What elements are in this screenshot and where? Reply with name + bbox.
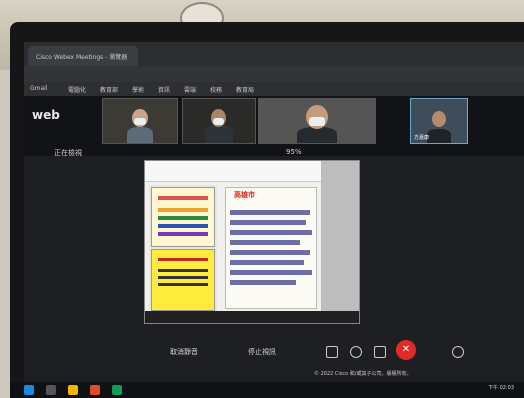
thumb-bar [158, 224, 208, 228]
search-icon[interactable] [46, 385, 56, 395]
bookmark-item[interactable]: 教育局 [236, 85, 254, 94]
taskbar-clock: 下午 02:03 [488, 385, 514, 391]
participant-body [427, 129, 451, 143]
shared-screen: 高雄市 [144, 160, 360, 324]
participant-head [432, 111, 446, 127]
participants-icon[interactable] [452, 346, 464, 358]
address-bar[interactable] [24, 66, 524, 82]
windows-icon[interactable] [24, 385, 34, 395]
participant-video[interactable] [182, 98, 256, 144]
windows-taskbar: 下午 02:03 [10, 382, 524, 398]
participant-video[interactable] [102, 98, 178, 144]
zoom-level[interactable]: 95% [286, 148, 302, 156]
reactions-icon[interactable] [374, 346, 386, 358]
browser-tab[interactable]: Cisco Webex Meetings - 瀏覽器 [28, 46, 138, 66]
slide-thumbnail[interactable] [151, 187, 215, 247]
webex-logo: web [32, 108, 60, 122]
slide-title: 高雄市 [234, 191, 255, 199]
record-icon[interactable] [350, 346, 362, 358]
thumb-bar [158, 216, 208, 220]
bookmark-item[interactable]: 教育部 [100, 85, 118, 94]
slide-text-line [230, 240, 300, 245]
participant-name: 方嘉康 [414, 135, 430, 141]
bookmark-item[interactable]: 電腦化 [68, 85, 86, 94]
face-mask [309, 117, 325, 126]
stop-video-button[interactable]: 停止視訊 [248, 347, 276, 357]
thumb-bar [158, 196, 208, 200]
mute-button[interactable]: 取消靜音 [170, 347, 198, 357]
share-icon[interactable] [326, 346, 338, 358]
thumb-bar [158, 276, 208, 279]
participant-video[interactable]: 方嘉康 [410, 98, 468, 144]
bookmark-item[interactable]: 雲端 [184, 85, 196, 94]
slide-thumbnails [149, 185, 217, 313]
shared-taskbar [145, 311, 359, 323]
participant-body [297, 127, 337, 143]
footer-copyright: © 2022 Cisco 和/或其子公司。版權所有。 [314, 371, 412, 377]
monitor-screen: Cisco Webex Meetings - 瀏覽器 Gmail 電腦化 教育部… [24, 42, 524, 382]
participant-body [127, 127, 153, 143]
slide-text-line [230, 270, 312, 275]
thumb-bar [158, 208, 208, 212]
slide-text-line [230, 220, 306, 225]
browser-tab-bar: Cisco Webex Meetings - 瀏覽器 [24, 42, 524, 66]
face-mask [134, 118, 146, 125]
bookmark-item[interactable]: 學術 [132, 85, 144, 94]
photo-scene: Cisco Webex Meetings - 瀏覽器 Gmail 電腦化 教育部… [0, 0, 524, 398]
end-call-button[interactable]: ✕ [396, 340, 416, 360]
meeting-controls: 取消靜音 停止視訊 [156, 340, 476, 364]
slide-text-line [230, 210, 310, 215]
webex-icon[interactable] [112, 385, 122, 395]
thumb-bar [158, 283, 208, 286]
face-mask [213, 118, 224, 125]
slide-text-line [230, 260, 304, 265]
thumb-bar [158, 232, 208, 236]
slide-thumbnail[interactable] [151, 249, 215, 311]
current-slide: 高雄市 [225, 187, 317, 309]
participant-body [205, 125, 233, 143]
folder-icon[interactable] [68, 385, 78, 395]
slide-text-line [230, 250, 310, 255]
sharing-label: 正在檢視 [54, 149, 82, 157]
bookmark-item[interactable]: Gmail [30, 85, 48, 92]
bookmark-item[interactable]: 資訊 [158, 85, 170, 94]
tab-title: Cisco Webex Meetings - 瀏覽器 [36, 54, 128, 61]
bookmarks-bar: Gmail 電腦化 教育部 學術 資訊 雲端 校務 教育局 [24, 82, 524, 96]
participant-video[interactable] [258, 98, 376, 144]
screen-overlay-panel [321, 161, 359, 323]
thumb-bar [158, 269, 208, 272]
slide-text-line [230, 230, 312, 235]
slide-text-line [230, 280, 296, 285]
chrome-icon[interactable] [90, 385, 100, 395]
thumb-bar [158, 258, 208, 261]
bookmark-item[interactable]: 校務 [210, 85, 222, 94]
